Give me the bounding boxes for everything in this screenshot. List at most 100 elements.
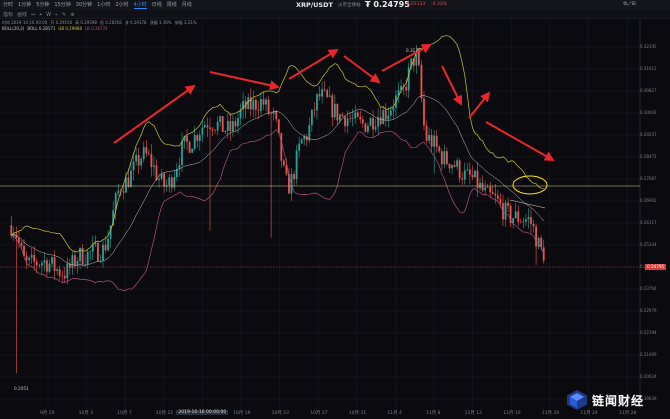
candle-body	[311, 109, 313, 126]
candle-body	[295, 150, 298, 180]
price-tick-label: 0.32395	[640, 44, 657, 49]
candle-body	[336, 103, 339, 121]
candle-body	[117, 190, 120, 194]
candle-body	[379, 117, 382, 125]
candle-body	[527, 217, 530, 220]
candle-body	[260, 99, 262, 111]
price-tick-label: 0.22979	[640, 308, 657, 313]
candle-body	[89, 251, 92, 253]
candle-body	[433, 135, 436, 147]
candle-body	[423, 98, 425, 126]
candle-body	[392, 107, 395, 111]
candle-body	[525, 219, 527, 222]
candle-body	[298, 143, 301, 151]
candle-body	[435, 135, 438, 147]
candle-body	[237, 117, 239, 127]
candle-body	[494, 193, 497, 196]
candle-body	[53, 257, 56, 271]
grid	[0, 19, 641, 409]
candle-body	[38, 265, 41, 266]
candle-body	[456, 160, 458, 167]
current-price-tag: 0.24795	[645, 264, 667, 270]
candle-body	[333, 103, 336, 118]
candle-body	[71, 255, 74, 268]
candle-body	[280, 133, 283, 161]
candle-body	[163, 173, 166, 187]
candle-body	[43, 260, 46, 264]
candle-body	[517, 211, 520, 222]
time-tick-label: 10月 19	[233, 411, 251, 416]
candle-body	[191, 148, 194, 153]
time-tick-label: 11月 8	[426, 411, 441, 416]
candle-body	[132, 161, 135, 171]
candle-body	[252, 99, 255, 110]
candle-body	[407, 67, 410, 91]
price-tick-label: 0.26902	[640, 198, 657, 203]
candle-body	[188, 141, 191, 153]
candle-body	[530, 217, 532, 224]
trend-arrow	[441, 65, 462, 106]
candle-body	[293, 173, 295, 180]
candle-body	[323, 89, 326, 91]
candle-body	[18, 238, 20, 243]
candle-body	[107, 238, 109, 251]
candle-body	[359, 116, 362, 120]
watermark: 链闻财经	[566, 389, 644, 411]
price-axis[interactable]: 0.32395 0.31612 0.30827 0.30042 0.29257 0.284…	[640, 19, 670, 409]
candle-body	[46, 260, 48, 272]
candle-body	[369, 118, 372, 126]
price-tick-label: 0.26117	[640, 220, 657, 225]
candle-body	[463, 170, 466, 180]
candle-body	[97, 242, 99, 262]
candle-body	[28, 257, 30, 261]
candle-body	[234, 121, 237, 127]
candle-body	[387, 115, 390, 120]
candle-body	[265, 99, 267, 105]
candle-body	[66, 263, 69, 279]
highlight-ellipse	[512, 175, 548, 195]
candle-body	[257, 109, 260, 111]
candle-body	[428, 134, 430, 141]
candle-body	[214, 130, 216, 132]
candle-body	[443, 151, 446, 165]
candle-body	[466, 169, 469, 171]
time-tick-label: 2019-10-16 00:00:00	[176, 410, 229, 415]
candle-body	[535, 226, 537, 247]
candle-body	[481, 182, 484, 191]
candle-body	[453, 165, 456, 167]
candle-body	[196, 135, 199, 142]
candle-body	[219, 116, 222, 122]
candle-body	[440, 151, 443, 165]
time-tick-label: 10月 3	[78, 411, 94, 416]
candle-body	[420, 64, 423, 99]
candle-body	[418, 51, 420, 65]
candle-body	[374, 126, 377, 130]
candle-body	[25, 255, 28, 261]
candle-body	[471, 175, 474, 178]
time-axis[interactable]: 9月 29 10月 3 10月 7 10月 11 2019-10-16 00:00:00…	[0, 409, 640, 419]
candle-body	[496, 195, 499, 199]
candle-body	[40, 263, 43, 266]
candlestick-chart[interactable]: 0.3175	[0, 0, 670, 419]
candle-body	[430, 134, 433, 147]
candle-body	[282, 160, 285, 166]
candle-body	[270, 113, 273, 115]
trend-arrow	[485, 121, 555, 161]
candle-body	[300, 139, 303, 144]
candle-body	[58, 269, 61, 276]
annotations: 0.3175	[0, 44, 640, 268]
candle-body	[48, 263, 51, 272]
time-tick-label: 11月 20	[541, 411, 560, 416]
candle-body	[153, 165, 155, 167]
candle-body	[532, 223, 535, 227]
candle-body	[367, 125, 369, 132]
candle-body	[344, 116, 346, 127]
price-tick-label: 0.25334	[640, 242, 657, 247]
candle-body	[262, 99, 265, 105]
candle-body	[122, 191, 125, 193]
low-price-label: 0.2051	[14, 386, 29, 391]
candle-body	[277, 119, 280, 134]
candle-body	[247, 97, 250, 109]
candle-body	[384, 110, 387, 120]
candle-body	[135, 155, 137, 162]
